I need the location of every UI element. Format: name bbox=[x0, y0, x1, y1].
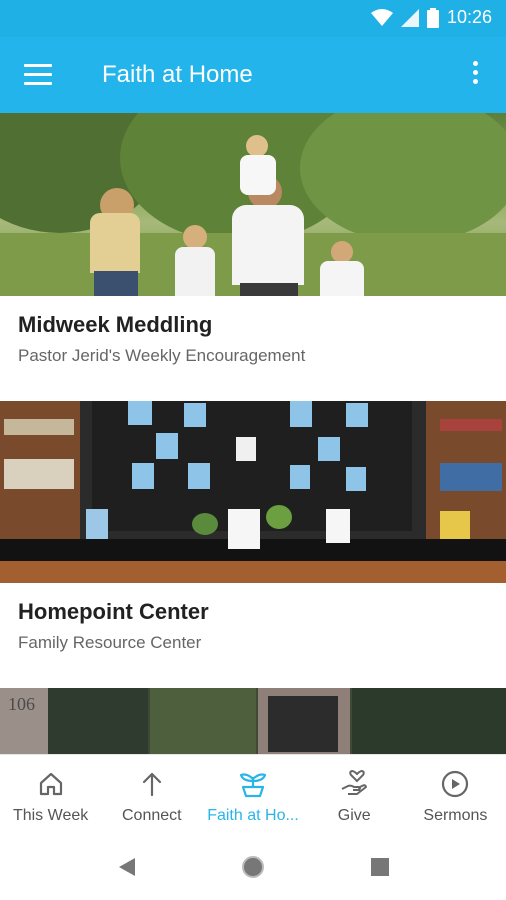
family-photo bbox=[0, 113, 506, 296]
tab-label: Sermons bbox=[423, 807, 488, 824]
heart-hand-icon bbox=[341, 769, 368, 795]
status-icons: 10:26 bbox=[370, 7, 492, 28]
system-navigation bbox=[0, 834, 506, 900]
tab-label: Faith at Ho... bbox=[207, 807, 299, 824]
home-button-icon[interactable] bbox=[240, 854, 266, 880]
building-number: 106 bbox=[8, 694, 35, 714]
wifi-icon bbox=[370, 8, 393, 26]
card-midweek-meddling[interactable]: Midweek Meddling Pastor Jerid's Weekly E… bbox=[0, 113, 506, 401]
feed-list[interactable]: Midweek Meddling Pastor Jerid's Weekly E… bbox=[0, 113, 506, 754]
more-options-icon[interactable] bbox=[472, 61, 480, 89]
app-bar: Faith at Home bbox=[0, 37, 506, 113]
resource-center-photo bbox=[0, 401, 506, 583]
tab-label: Connect bbox=[122, 807, 182, 824]
arrow-up-icon bbox=[142, 772, 161, 797]
tab-this-week[interactable]: This Week bbox=[0, 755, 101, 835]
card-homepoint-center[interactable]: Homepoint Center Family Resource Center bbox=[0, 401, 506, 688]
plant-icon bbox=[239, 773, 267, 798]
tab-sermons[interactable]: Sermons bbox=[405, 755, 506, 835]
card-subtitle: Pastor Jerid's Weekly Encouragement bbox=[18, 346, 306, 365]
bottom-nav: This Week Connect Faith at Ho... Give Se… bbox=[0, 754, 506, 835]
battery-icon bbox=[426, 7, 439, 28]
tab-label: Give bbox=[337, 807, 371, 824]
building-photo: 106 bbox=[0, 688, 506, 754]
tab-label: This Week bbox=[12, 807, 89, 824]
page-title: Faith at Home bbox=[102, 61, 253, 88]
status-time: 10:26 bbox=[446, 7, 492, 27]
card-title: Homepoint Center bbox=[18, 599, 209, 624]
menu-icon[interactable] bbox=[24, 64, 52, 86]
card-partial[interactable]: 106 bbox=[0, 688, 506, 754]
tab-connect[interactable]: Connect bbox=[101, 755, 202, 835]
card-text: Midweek Meddling Pastor Jerid's Weekly E… bbox=[0, 296, 506, 401]
tab-give[interactable]: Give bbox=[304, 755, 405, 835]
card-text: Homepoint Center Family Resource Center bbox=[0, 583, 506, 688]
card-subtitle: Family Resource Center bbox=[18, 633, 202, 652]
back-icon[interactable] bbox=[117, 856, 137, 878]
card-title: Midweek Meddling bbox=[18, 312, 213, 337]
status-bar: 10:26 bbox=[0, 0, 506, 37]
recents-icon[interactable] bbox=[371, 858, 389, 876]
home-icon bbox=[39, 772, 62, 796]
cell-signal-icon bbox=[400, 8, 419, 27]
play-circle-icon bbox=[442, 770, 469, 798]
tab-faith-at-home[interactable]: Faith at Ho... bbox=[202, 755, 303, 835]
